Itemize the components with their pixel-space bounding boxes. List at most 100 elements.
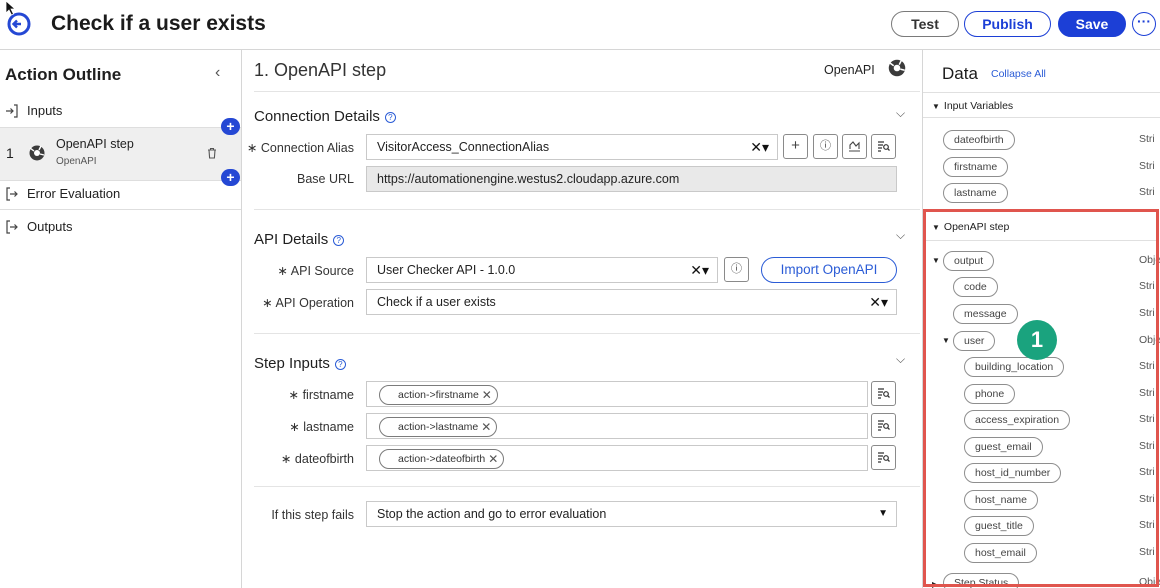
api-source-select[interactable]: User Checker API - 1.0.0 ✕▾ [366, 257, 718, 283]
output-arrow-icon [6, 220, 18, 234]
outline-item-label: Outputs [27, 219, 73, 234]
chart-icon[interactable] [842, 134, 867, 159]
remove-chip-icon[interactable]: ✕ [482, 386, 492, 404]
step-type-label: OpenAPI [824, 63, 875, 77]
collapse-all-link[interactable]: Collapse All [991, 68, 1046, 80]
variable-type: Stri [1139, 186, 1155, 198]
app-window: Check if a user exists Test Publish Save… [0, 0, 1160, 588]
divider [254, 209, 920, 210]
api-source-value: User Checker API - 1.0.0 [377, 263, 516, 277]
connection-alias-label: ∗ Connection Alias [246, 141, 354, 155]
data-panel: Data Collapse All ▼ Input Variables dateo… [922, 50, 1160, 588]
page-title: Check if a user exists [51, 12, 266, 35]
add-connection-button[interactable]: + [783, 134, 808, 159]
step-number: 1 [6, 145, 14, 161]
clear-dropdown-icon[interactable]: ✕▾ [750, 135, 769, 159]
connection-alias-value: VisitorAccess_ConnectionAlias [377, 140, 550, 154]
chip-label: action->firstname [398, 389, 479, 401]
chevron-down-icon[interactable]: ⌵ [896, 106, 905, 121]
outline-item-openapi-step[interactable]: 1 OpenAPI step OpenAPI [0, 127, 241, 181]
variable-chip[interactable]: action->firstname ✕ [379, 385, 498, 405]
output-arrow-icon [6, 187, 18, 201]
info-icon[interactable]: ⓘ [813, 134, 838, 159]
action-outline-panel: Action Outline ‹ Inputs 1 OpenAPI step O… [0, 50, 242, 588]
save-button[interactable]: Save [1058, 11, 1126, 37]
api-operation-select[interactable]: Check if a user exists ✕▾ [366, 289, 897, 315]
input-label-firstname: ∗ firstname [288, 388, 354, 402]
connection-details-title: Connection Details? [254, 108, 396, 125]
base-url-field: https://automationengine.westus2.cloudap… [366, 166, 897, 192]
import-openapi-button[interactable]: Import OpenAPI [761, 257, 897, 283]
step-type: OpenAPI [56, 156, 97, 167]
remove-chip-icon[interactable]: ✕ [481, 418, 491, 436]
info-icon[interactable]: ⓘ [724, 257, 749, 282]
highlight-box [923, 209, 1159, 587]
more-options-button[interactable]: ··· [1132, 12, 1156, 36]
divider [923, 92, 1160, 93]
divider [254, 486, 920, 487]
failure-label: If this step fails [271, 508, 354, 522]
base-url-label: Base URL [297, 172, 354, 186]
openapi-icon [29, 145, 45, 161]
chip-label: action->lastname [398, 421, 479, 433]
clear-dropdown-icon[interactable]: ✕▾ [690, 258, 709, 282]
divider [254, 333, 920, 334]
publish-button[interactable]: Publish [964, 11, 1051, 37]
outline-item-label: Inputs [27, 103, 63, 118]
api-operation-value: Check if a user exists [377, 295, 496, 309]
input-label-dateofbirth: ∗ dateofbirth [280, 452, 354, 466]
api-operation-label: ∗ API Operation [262, 296, 354, 310]
step-editor: 1. OpenAPI step OpenAPI Connection Detai… [242, 50, 922, 588]
chevron-down-icon[interactable]: ▼ [878, 502, 888, 526]
chevron-down-icon[interactable]: ⌵ [896, 352, 905, 367]
variable-type: Stri [1139, 160, 1155, 172]
openapi-icon [888, 59, 906, 77]
data-picker-icon[interactable] [871, 445, 896, 470]
test-button[interactable]: Test [891, 11, 959, 37]
data-picker-icon[interactable] [871, 134, 896, 159]
collapse-outline-icon[interactable]: ‹ [215, 64, 220, 82]
input-arrow-icon [6, 104, 18, 118]
callout-badge: 1 [1017, 320, 1057, 360]
top-bar: Check if a user exists Test Publish Save… [0, 0, 1160, 50]
add-step-button[interactable]: + [221, 118, 240, 135]
data-title: Data [942, 64, 978, 83]
outline-item-label: Error Evaluation [27, 186, 121, 201]
clear-dropdown-icon[interactable]: ✕▾ [869, 290, 888, 314]
connection-alias-select[interactable]: VisitorAccess_ConnectionAlias ✕▾ [366, 134, 778, 160]
chevron-down-icon[interactable]: ⌵ [896, 228, 905, 243]
variable-chip[interactable]: action->lastname ✕ [379, 417, 498, 437]
input-field-dateofbirth[interactable]: action->dateofbirth ✕ [366, 445, 868, 471]
variable-pill[interactable]: lastname [943, 183, 1008, 203]
help-icon[interactable]: ? [334, 359, 346, 370]
help-icon[interactable]: ? [384, 112, 396, 123]
step-heading: 1. OpenAPI step [254, 60, 387, 80]
remove-chip-icon[interactable]: ✕ [488, 450, 498, 468]
variable-pill[interactable]: dateofbirth [943, 130, 1015, 150]
outline-item-error-evaluation[interactable]: Error Evaluation [0, 186, 241, 210]
input-label-lastname: ∗ lastname [289, 420, 354, 434]
data-picker-icon[interactable] [871, 381, 896, 406]
variable-type: Stri [1139, 133, 1155, 145]
caret-down-icon: ▼ [932, 102, 940, 111]
failure-action-select[interactable]: Stop the action and go to error evaluati… [366, 501, 897, 527]
add-step-button[interactable]: + [221, 169, 240, 186]
api-source-label: ∗ API Source [277, 264, 354, 278]
help-icon[interactable]: ? [333, 235, 345, 246]
input-field-firstname[interactable]: action->firstname ✕ [366, 381, 868, 407]
outline-item-inputs[interactable]: Inputs [0, 103, 241, 123]
step-name: OpenAPI step [56, 137, 134, 151]
variable-chip[interactable]: action->dateofbirth ✕ [379, 449, 505, 469]
variable-pill[interactable]: firstname [943, 157, 1009, 177]
api-details-title: API Details? [254, 231, 345, 248]
trash-icon[interactable] [207, 147, 217, 159]
failure-action-value: Stop the action and go to error evaluati… [377, 507, 607, 521]
outline-item-outputs[interactable]: Outputs [0, 219, 241, 239]
step-inputs-title: Step Inputs? [254, 355, 346, 372]
divider [254, 91, 920, 92]
chip-label: action->dateofbirth [398, 453, 486, 465]
data-picker-icon[interactable] [871, 413, 896, 438]
input-variables-group[interactable]: ▼ Input Variables [932, 100, 1013, 112]
input-field-lastname[interactable]: action->lastname ✕ [366, 413, 868, 439]
mouse-cursor-icon [5, 0, 17, 16]
